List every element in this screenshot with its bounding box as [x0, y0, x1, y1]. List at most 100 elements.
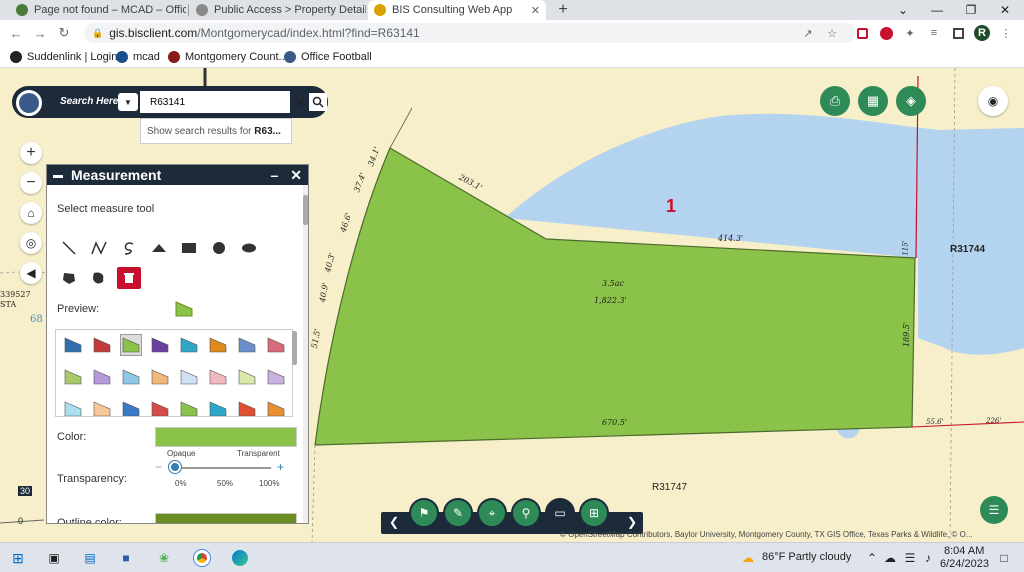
extension-red-icon[interactable] — [854, 25, 870, 41]
bookmark-office-football[interactable]: Office Football — [284, 49, 372, 65]
style-swatch[interactable] — [178, 366, 200, 388]
style-swatch[interactable] — [62, 366, 84, 388]
zoom-in-button[interactable]: + — [20, 142, 42, 164]
search-suggestion[interactable]: Show search results for R63... — [140, 118, 292, 144]
print-icon[interactable]: ⎙ — [820, 86, 850, 116]
tab-mcad[interactable]: Page not found – MCAD – Offici ✕ — [10, 0, 186, 20]
style-swatch[interactable] — [62, 398, 84, 416]
search-input[interactable] — [140, 91, 290, 113]
back-extent-icon[interactable]: ◀ — [20, 262, 42, 284]
style-swatch[interactable] — [91, 398, 113, 416]
edge-icon[interactable] — [230, 548, 250, 568]
close-window-button[interactable]: ✕ — [988, 0, 1022, 20]
media-queue-icon[interactable]: ≡ — [926, 25, 942, 41]
slider-knob[interactable] — [169, 461, 181, 473]
forward-button[interactable]: → — [30, 23, 50, 43]
freehand-polygon-tool-icon[interactable] — [87, 267, 111, 289]
fill-color-swatch[interactable] — [155, 427, 297, 447]
style-swatch[interactable] — [236, 334, 258, 356]
volume-icon[interactable]: ♪ — [918, 548, 938, 568]
panel-scrollbar[interactable] — [303, 185, 308, 523]
basemap-grid-icon[interactable]: ▦ — [858, 86, 888, 116]
circle-tool-icon[interactable] — [207, 237, 231, 259]
layers-icon[interactable]: ◈ — [896, 86, 926, 116]
transparency-slider[interactable]: Opaque Transparent − + 0% 50% 100% — [155, 449, 297, 489]
freehand-tool-icon[interactable] — [117, 237, 141, 259]
line-tool-icon[interactable] — [57, 237, 81, 259]
menu-kebab-icon[interactable]: ⋮ — [998, 25, 1014, 41]
notifications-icon[interactable]: □ — [994, 548, 1014, 568]
style-swatch[interactable] — [236, 366, 258, 388]
toolbar-prev-icon[interactable]: ❮ — [389, 515, 399, 529]
share-icon[interactable]: ↗ — [800, 25, 816, 41]
style-swatch[interactable] — [265, 366, 287, 388]
adblock-icon[interactable] — [878, 25, 894, 41]
back-button[interactable]: ← — [6, 23, 26, 43]
weather-text[interactable]: 86°F Partly cloudy — [762, 551, 851, 563]
chrome-icon[interactable] — [192, 548, 212, 568]
style-swatch[interactable] — [236, 398, 258, 416]
minimize-button[interactable]: — — [920, 0, 954, 20]
tab-list-button[interactable]: ⌄ — [886, 0, 920, 20]
weather-icon[interactable]: ☁ — [738, 548, 758, 568]
trash-icon[interactable] — [117, 267, 141, 289]
style-swatch[interactable] — [120, 398, 142, 416]
rectangle-tool-icon[interactable] — [177, 237, 201, 259]
teams-icon[interactable]: ■ — [116, 548, 136, 568]
style-swatch[interactable] — [91, 334, 113, 356]
results-list-icon[interactable]: ☰ — [980, 496, 1008, 524]
draw-tool-icon[interactable]: ✎ — [443, 498, 473, 528]
style-swatch[interactable] — [178, 398, 200, 416]
windows-start-icon[interactable]: ⊞ — [8, 548, 28, 568]
ellipse-tool-icon[interactable] — [237, 237, 261, 259]
minimize-panel-icon[interactable]: – — [270, 167, 278, 183]
style-swatch[interactable] — [149, 366, 171, 388]
measure-tool-icon[interactable]: ▭ — [545, 498, 575, 528]
clear-search-icon[interactable]: ✕ — [292, 94, 308, 110]
style-swatch[interactable] — [265, 398, 287, 416]
style-swatch[interactable] — [207, 398, 229, 416]
style-swatch[interactable] — [149, 334, 171, 356]
network-icon[interactable]: ☰ — [900, 548, 920, 568]
hide-labels-icon[interactable]: ◉ — [978, 86, 1008, 116]
new-tab-button[interactable]: + — [552, 0, 574, 20]
bookmark-tool-icon[interactable]: ⚑ — [409, 498, 439, 528]
side-panel-icon[interactable] — [950, 25, 966, 41]
toolbar-next-icon[interactable]: ❯ — [627, 515, 637, 529]
home-icon[interactable]: ⌂ — [20, 202, 42, 224]
bookmark-suddenlink[interactable]: Suddenlink | Login — [10, 49, 117, 65]
extensions-puzzle-icon[interactable]: ✦ — [902, 25, 918, 41]
clock-time[interactable]: 8:04 AM — [944, 545, 984, 557]
style-swatch[interactable] — [149, 398, 171, 416]
style-swatch[interactable] — [207, 366, 229, 388]
outline-color-swatch[interactable] — [155, 513, 297, 523]
zoom-out-button[interactable]: − — [20, 172, 42, 194]
app-green-icon[interactable]: ❀ — [154, 548, 174, 568]
show-hidden-icons[interactable]: ⌃ — [862, 548, 882, 568]
close-panel-icon[interactable]: ✕ — [290, 167, 302, 184]
locate-icon[interactable]: ◎ — [20, 232, 42, 254]
slider-minus[interactable]: − — [155, 460, 162, 474]
panel-header[interactable]: ▬ Measurement – ✕ — [47, 165, 308, 185]
style-swatch[interactable] — [120, 366, 142, 388]
style-swatch[interactable] — [62, 334, 84, 356]
polyline-tool-icon[interactable] — [87, 237, 111, 259]
tab-property-detail[interactable]: Public Access > Property Detail ✕ — [190, 0, 366, 20]
close-tab-icon[interactable]: ✕ — [525, 4, 540, 17]
search-icon[interactable] — [309, 93, 327, 111]
style-swatch[interactable] — [265, 334, 287, 356]
bookmark-montgomery[interactable]: Montgomery Count... — [168, 49, 288, 65]
polygon-tool-icon[interactable] — [57, 267, 81, 289]
star-icon[interactable]: ☆ — [824, 25, 840, 41]
style-grid-scrollbar[interactable] — [292, 331, 297, 415]
style-swatch[interactable] — [120, 334, 142, 356]
task-view-icon[interactable]: ▣ — [44, 548, 64, 568]
url-field[interactable]: 🔒 gis.bisclient.com /Montgomerycad/index… — [84, 23, 856, 43]
slider-track[interactable] — [175, 467, 271, 469]
bookmark-mcad[interactable]: mcad — [116, 49, 160, 65]
add-data-tool-icon[interactable]: ⊞ — [579, 498, 609, 528]
slider-plus[interactable]: + — [277, 460, 284, 474]
triangle-tool-icon[interactable] — [147, 237, 171, 259]
query-tool-icon[interactable]: ⚲ — [511, 498, 541, 528]
restore-button[interactable]: ❐ — [954, 0, 988, 20]
